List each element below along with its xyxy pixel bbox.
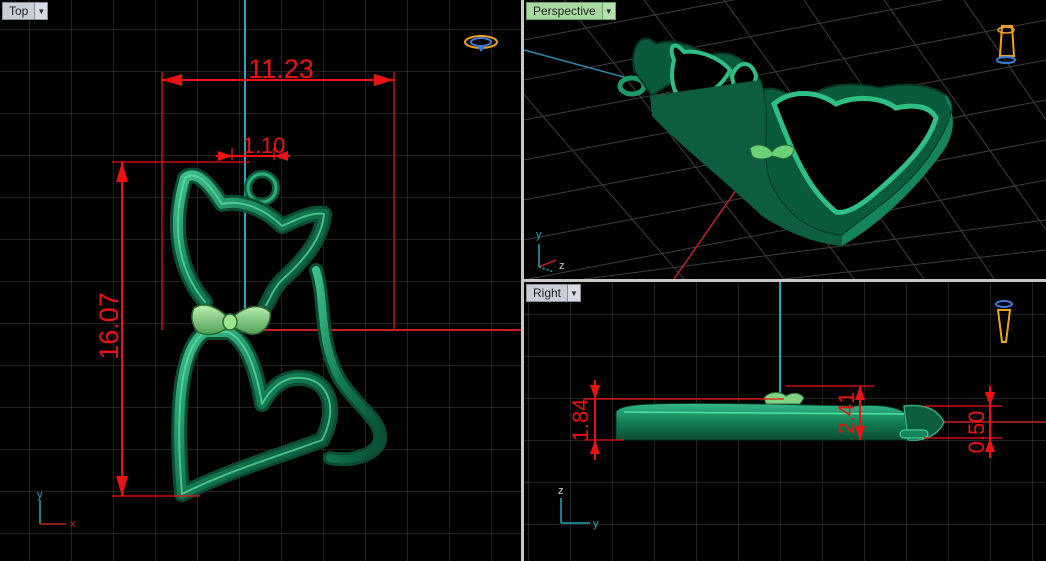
- axis-label-z: z: [558, 485, 564, 497]
- axis-label-y: y: [37, 489, 43, 501]
- dimension-width: 11.23: [248, 54, 314, 84]
- dimension-total-height: 1.84: [568, 399, 593, 442]
- viewport-tab-right[interactable]: Right ▼: [526, 284, 582, 302]
- perspective-canvas[interactable]: y z: [524, 0, 1046, 279]
- axis-label-x: x: [70, 518, 76, 530]
- dimension-ring-height: 0.50: [964, 411, 989, 454]
- right-canvas[interactable]: 1.84 2.41 0.50 z y: [524, 282, 1046, 561]
- view-gizmo-icon: [996, 25, 1016, 64]
- viewport-perspective[interactable]: Perspective ▼ y z: [524, 0, 1046, 279]
- axis-label-y: y: [593, 518, 599, 530]
- chevron-down-icon[interactable]: ▼: [602, 2, 616, 20]
- chevron-down-icon[interactable]: ▼: [568, 284, 582, 302]
- dimension-bow-height: 2.41: [834, 392, 859, 435]
- chevron-down-icon[interactable]: ▼: [35, 2, 49, 20]
- viewport-tab-top[interactable]: Top ▼: [2, 2, 49, 20]
- dimension-height: 16.07: [94, 292, 124, 360]
- viewport-tab-label[interactable]: Perspective: [526, 2, 603, 20]
- dimension-ring-gap: 1.10: [243, 133, 286, 158]
- viewport-top[interactable]: Top ▼ 11.23 1.10 16.07 y x: [0, 0, 521, 561]
- axis-indicator: [538, 244, 557, 273]
- viewport-right[interactable]: Right ▼ 1.84 2.41 0.50 z y: [524, 282, 1046, 561]
- top-canvas[interactable]: 11.23 1.10 16.07 y x: [0, 0, 521, 561]
- axis-label-y: y: [536, 229, 542, 241]
- viewport-tab-label[interactable]: Right: [526, 284, 569, 302]
- viewport-tab-label[interactable]: Top: [2, 2, 36, 20]
- viewport-tab-perspective[interactable]: Perspective ▼: [526, 2, 616, 20]
- bow-tie-side-profile[interactable]: [763, 392, 805, 405]
- axis-label-z: z: [559, 260, 565, 272]
